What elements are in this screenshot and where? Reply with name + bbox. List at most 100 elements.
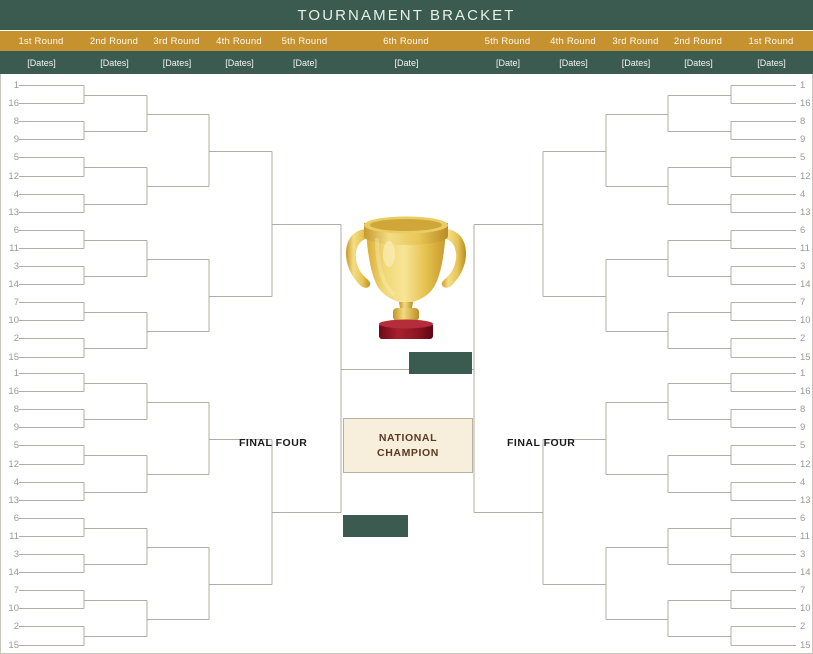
seed-label: 8 <box>800 115 806 127</box>
seed-label: 14 <box>800 278 811 290</box>
seed-label: 2 <box>800 620 806 632</box>
round-date-7[interactable]: [Dates] <box>542 51 605 74</box>
seed-label: 11 <box>800 242 810 254</box>
round-header-8[interactable]: 3rd Round <box>605 31 667 51</box>
seed-label: 11 <box>9 530 19 542</box>
seed-label: 14 <box>800 566 811 578</box>
round-date-3[interactable]: [Dates] <box>208 51 271 74</box>
seed-label: 2 <box>13 332 19 344</box>
seed-label: 13 <box>8 494 19 506</box>
round-header-5[interactable]: 6th Round <box>339 31 474 51</box>
round-header-0[interactable]: 1st Round <box>0 31 83 51</box>
round-header-6[interactable]: 5th Round <box>474 31 542 51</box>
seed-label: 4 <box>13 476 19 488</box>
round-date-5[interactable]: [Date] <box>339 51 474 74</box>
trophy-icon <box>331 196 481 341</box>
round-header-row: 1st Round 2nd Round 3rd Round 4th Round 5th … <box>0 31 813 51</box>
seed-label: 3 <box>13 548 19 560</box>
bracket-canvas: 1 16 8 9 5 12 4 13 6 11 3 14 7 10 2 15 1 16 8 9 5 12 4 13 6 11 3 14… <box>0 74 813 654</box>
round-date-1[interactable]: [Dates] <box>83 51 146 74</box>
seed-label: 15 <box>800 639 811 651</box>
seed-label: 12 <box>800 170 811 182</box>
seed-label: 14 <box>8 278 19 290</box>
seed-label: 7 <box>13 296 19 308</box>
seed-label: 16 <box>800 385 811 397</box>
seed-label: 8 <box>13 403 19 415</box>
round-date-10[interactable]: [Dates] <box>730 51 813 74</box>
page-title-bar: TOURNAMENT BRACKET <box>0 0 813 30</box>
seed-label: 12 <box>8 170 19 182</box>
seed-label: 7 <box>800 584 806 596</box>
seed-label: 4 <box>800 476 806 488</box>
seed-label: 9 <box>800 133 806 145</box>
seed-label: 8 <box>800 403 806 415</box>
round-date-4[interactable]: [Date] <box>271 51 339 74</box>
seed-label: 6 <box>800 512 806 524</box>
seed-label: 3 <box>800 260 806 272</box>
seed-label: 6 <box>13 224 19 236</box>
seed-label: 16 <box>8 385 19 397</box>
champion-label-line1: NATIONAL <box>378 432 438 445</box>
round-date-9[interactable]: [Dates] <box>667 51 730 74</box>
seed-label: 2 <box>13 620 19 632</box>
round-header-10[interactable]: 1st Round <box>730 31 813 51</box>
tournament-bracket-page: TOURNAMENT BRACKET 1st Round 2nd Round 3rd… <box>0 0 813 654</box>
round-header-1[interactable]: 2nd Round <box>83 31 146 51</box>
national-champion-box[interactable]: NATIONAL CHAMPION <box>343 418 473 473</box>
seed-label: 10 <box>800 602 811 614</box>
seed-label: 8 <box>13 115 19 127</box>
seed-label: 1 <box>13 367 19 379</box>
seed-label: 11 <box>9 242 19 254</box>
seed-label: 5 <box>800 439 806 451</box>
final-four-label-right: FINAL FOUR <box>507 437 576 449</box>
semifinal-slot-top[interactable] <box>409 352 472 374</box>
seed-label: 12 <box>800 458 811 470</box>
seed-label: 1 <box>13 79 19 91</box>
seed-label: 15 <box>8 639 19 651</box>
seed-label: 10 <box>8 314 19 326</box>
seed-label: 12 <box>8 458 19 470</box>
seed-label: 10 <box>800 314 811 326</box>
round-date-6[interactable]: [Date] <box>474 51 542 74</box>
seed-label: 5 <box>13 151 19 163</box>
round-header-9[interactable]: 2nd Round <box>667 31 730 51</box>
seed-label: 1 <box>800 79 806 91</box>
seed-label: 4 <box>13 188 19 200</box>
bracket-lines <box>19 85 796 646</box>
seed-label: 3 <box>800 548 806 560</box>
seed-label: 13 <box>800 206 811 218</box>
seed-label: 6 <box>800 224 806 236</box>
round-header-7[interactable]: 4th Round <box>542 31 605 51</box>
seed-label: 9 <box>13 133 19 145</box>
seed-label: 3 <box>13 260 19 272</box>
round-header-4[interactable]: 5th Round <box>271 31 339 51</box>
seed-label: 9 <box>13 421 19 433</box>
seed-label: 9 <box>800 421 806 433</box>
semifinal-slot-bottom[interactable] <box>343 515 408 537</box>
seed-label: 13 <box>8 206 19 218</box>
seed-label: 5 <box>13 439 19 451</box>
seed-label: 4 <box>800 188 806 200</box>
round-header-3[interactable]: 4th Round <box>208 31 271 51</box>
seed-label: 2 <box>800 332 806 344</box>
seed-label: 11 <box>800 530 810 542</box>
seed-label: 7 <box>13 584 19 596</box>
seed-label: 15 <box>800 351 811 363</box>
seed-label: 1 <box>800 367 806 379</box>
round-date-2[interactable]: [Dates] <box>146 51 208 74</box>
final-four-label-left: FINAL FOUR <box>239 437 308 449</box>
seed-label: 7 <box>800 296 806 308</box>
round-dates-row: [Dates] [Dates] [Dates] [Dates] [Date] [Date]… <box>0 51 813 74</box>
round-date-8[interactable]: [Dates] <box>605 51 667 74</box>
seed-label: 6 <box>13 512 19 524</box>
round-header-2[interactable]: 3rd Round <box>146 31 208 51</box>
seed-label: 10 <box>8 602 19 614</box>
champion-label-line2: CHAMPION <box>377 446 439 459</box>
seed-label: 13 <box>800 494 811 506</box>
page-title: TOURNAMENT BRACKET <box>297 6 516 24</box>
seed-label: 5 <box>800 151 806 163</box>
seed-label: 16 <box>800 97 811 109</box>
seed-label: 15 <box>8 351 19 363</box>
round-date-0[interactable]: [Dates] <box>0 51 83 74</box>
seed-label: 14 <box>8 566 19 578</box>
